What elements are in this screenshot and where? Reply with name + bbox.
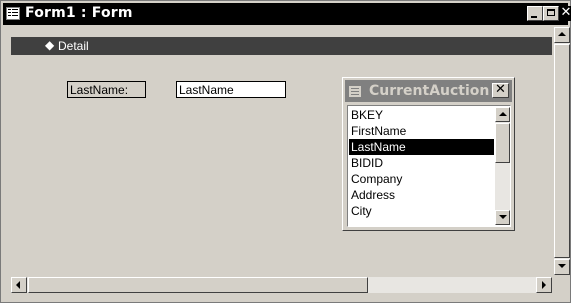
close-icon: ✕: [560, 5, 571, 20]
field-list-title-bar[interactable]: CurrentAuction ✕: [345, 80, 512, 102]
field-list-box[interactable]: BKEY FirstName LastName BIDID Company Ad…: [347, 105, 511, 227]
scroll-down-button[interactable]: [554, 259, 570, 275]
lastname-textbox-control[interactable]: LastName: [176, 81, 286, 98]
scroll-left-button[interactable]: [11, 277, 27, 293]
arrow-down-icon: [499, 215, 507, 219]
maximize-button[interactable]: [543, 6, 559, 21]
arrow-left-icon: [16, 281, 20, 289]
table-icon: [349, 86, 361, 97]
field-item-bidid[interactable]: BIDID: [349, 155, 494, 171]
section-selector-column[interactable]: [3, 27, 11, 277]
scroll-right-button[interactable]: [536, 277, 552, 293]
scroll-up-button[interactable]: [495, 107, 510, 122]
scroll-thumb[interactable]: [28, 277, 368, 293]
arrow-down-icon: [558, 264, 566, 268]
field-item-city[interactable]: City: [349, 203, 494, 219]
field-list-window[interactable]: CurrentAuction ✕ BKEY FirstName LastName…: [342, 77, 515, 231]
minimize-icon: [531, 16, 537, 18]
arrow-up-icon: [558, 32, 566, 36]
field-item-company[interactable]: Company: [349, 171, 494, 187]
field-list-scrollbar[interactable]: [495, 107, 510, 225]
title-bar[interactable]: Form1 : Form ✕: [3, 3, 571, 25]
scroll-thumb[interactable]: [554, 44, 570, 258]
field-item-bkey[interactable]: BKEY: [349, 107, 494, 123]
close-icon: ✕: [495, 82, 506, 97]
field-item-lastname[interactable]: LastName: [349, 139, 494, 155]
scroll-thumb[interactable]: [495, 123, 510, 163]
lastname-label-control[interactable]: LastName:: [67, 81, 146, 98]
minimize-button[interactable]: [527, 6, 543, 21]
detail-section-bar[interactable]: ◆ Detail: [11, 37, 552, 55]
arrow-right-icon: [542, 281, 546, 289]
field-item-firstname[interactable]: FirstName: [349, 123, 494, 139]
scroll-down-button[interactable]: [495, 210, 510, 225]
field-list-title: CurrentAuction: [369, 83, 490, 99]
arrow-up-icon: [499, 112, 507, 116]
maximize-icon: [547, 9, 555, 16]
section-label: Detail: [58, 39, 89, 53]
section-arrow-icon: ◆: [45, 38, 55, 52]
scrollbar-corner: [554, 277, 570, 293]
window-title: Form1 : Form: [25, 5, 133, 21]
form-icon: [6, 7, 20, 20]
form-window: Form1 : Form ✕ ◆ Detail LastName: LastNa…: [0, 0, 571, 303]
form-vertical-scrollbar[interactable]: [554, 27, 570, 275]
close-button[interactable]: ✕: [559, 6, 571, 21]
field-list-close-button[interactable]: ✕: [492, 83, 509, 98]
form-horizontal-scrollbar[interactable]: [11, 277, 552, 293]
scroll-up-button[interactable]: [554, 27, 570, 43]
field-item-address[interactable]: Address: [349, 187, 494, 203]
